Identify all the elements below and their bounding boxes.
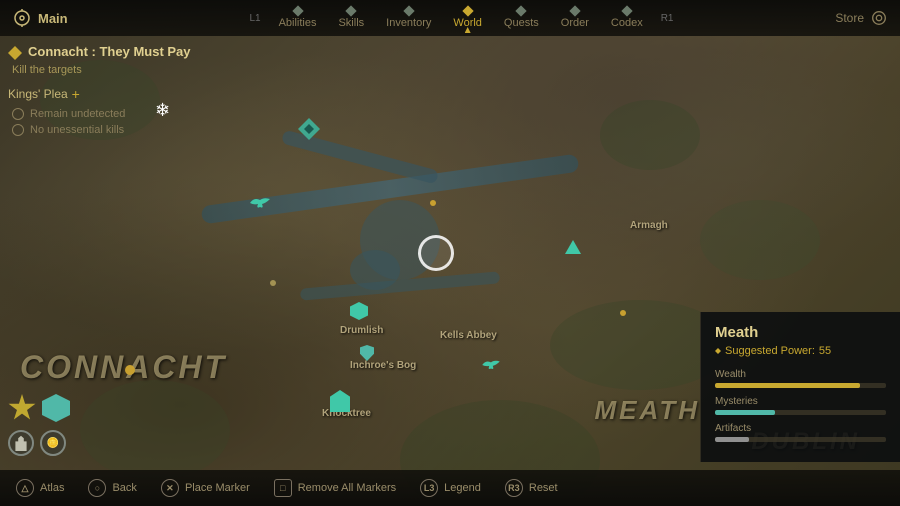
bonus-item-2: No unessential kills <box>8 124 228 136</box>
power-dot <box>715 348 721 354</box>
back-button[interactable]: ○ Back <box>88 479 136 497</box>
nav-items: L1 Abilities Skills Inventory World Ques… <box>88 5 836 31</box>
bonus-item-1: Remain undetected <box>8 108 228 120</box>
radio-undetected <box>12 108 24 120</box>
l1-label: L1 <box>243 13 266 24</box>
region-label-meath: Meath <box>594 395 700 426</box>
place-marker-button[interactable]: ✕ Place Marker <box>161 479 250 497</box>
tab-quests[interactable]: Quests <box>494 5 549 31</box>
radio-no-kills <box>12 124 24 136</box>
dot-marker-3 <box>620 310 626 316</box>
quest-bonus-title: Kings' Plea + <box>8 86 228 102</box>
plus-icon: + <box>72 86 80 102</box>
settlement-icon[interactable] <box>350 302 368 320</box>
main-menu-button[interactable]: Main <box>12 8 68 28</box>
wealth-bar-fill <box>715 383 860 388</box>
tab-codex[interactable]: Codex <box>601 5 653 31</box>
mystery-icon-2[interactable] <box>480 358 502 377</box>
top-navigation: Main L1 Abilities Skills Inventory World… <box>0 0 900 36</box>
wealth-label: Wealth <box>715 369 886 380</box>
reset-btn-icon: R3 <box>505 479 523 497</box>
mystery-icon-3[interactable] <box>360 345 374 361</box>
mystery-icon-1[interactable] <box>248 195 272 216</box>
dot-marker-2 <box>430 200 436 206</box>
bottom-bar: △ Atlas ○ Back ✕ Place Marker □ Remove A… <box>0 470 900 506</box>
quest-title: Connacht : They Must Pay <box>8 44 228 60</box>
artifacts-label: Artifacts <box>715 423 886 434</box>
quest-marker[interactable] <box>298 118 320 140</box>
artifacts-bar-bg <box>715 437 886 442</box>
quest-icon <box>8 46 22 60</box>
stat-mysteries: Mysteries <box>715 396 886 415</box>
region-name: Meath <box>715 324 886 341</box>
map-bottom-icons: 🪙 <box>8 394 70 456</box>
remove-markers-button[interactable]: □ Remove All Markers <box>274 479 396 497</box>
selected-marker[interactable] <box>418 235 454 271</box>
tab-skills[interactable]: Skills <box>328 5 374 31</box>
reset-button[interactable]: R3 Reset <box>505 479 558 497</box>
back-btn-icon: ○ <box>88 479 106 497</box>
stat-wealth: Wealth <box>715 369 886 388</box>
tab-world[interactable]: World <box>443 5 492 31</box>
place-label-inchroe: Inchroe's Bog <box>350 360 416 371</box>
quest-panel: Connacht : They Must Pay Kill the target… <box>8 44 228 140</box>
tab-abilities[interactable]: Abilities <box>269 5 327 31</box>
atlas-btn-icon: △ <box>16 479 34 497</box>
mysteries-label: Mysteries <box>715 396 886 407</box>
region-info-panel: Meath Suggested Power: 55 Wealth Mysteri… <box>700 312 900 462</box>
legend-btn-icon: L3 <box>420 479 438 497</box>
place-label-kells-abbey: Kells Abbey <box>440 330 497 341</box>
tab-inventory[interactable]: Inventory <box>376 5 441 31</box>
mysteries-bar-fill <box>715 410 775 415</box>
wealth-marker-1 <box>125 365 135 375</box>
place-marker-btn-icon: ✕ <box>161 479 179 497</box>
power-level: Suggested Power: 55 <box>715 345 886 357</box>
wealth-bar-bg <box>715 383 886 388</box>
r1-label: R1 <box>655 13 680 24</box>
dot-marker-1 <box>270 280 276 286</box>
remove-markers-btn-icon: □ <box>274 479 292 497</box>
stat-artifacts: Artifacts <box>715 423 886 442</box>
region-label-connacht: Connacht <box>20 349 227 386</box>
artifacts-bar-fill <box>715 437 749 442</box>
quest-objective: Kill the targets <box>8 64 228 76</box>
place-label-armagh: Armagh <box>630 220 668 231</box>
place-label-drumlish: Drumlish <box>340 325 383 336</box>
marker-triangle[interactable] <box>565 240 581 254</box>
knocktree-icon[interactable] <box>330 390 350 412</box>
atlas-button[interactable]: △ Atlas <box>16 479 64 497</box>
store-button[interactable]: Store <box>835 9 888 27</box>
legend-button[interactable]: L3 Legend <box>420 479 481 497</box>
mysteries-bar-bg <box>715 410 886 415</box>
tab-order[interactable]: Order <box>551 5 599 31</box>
